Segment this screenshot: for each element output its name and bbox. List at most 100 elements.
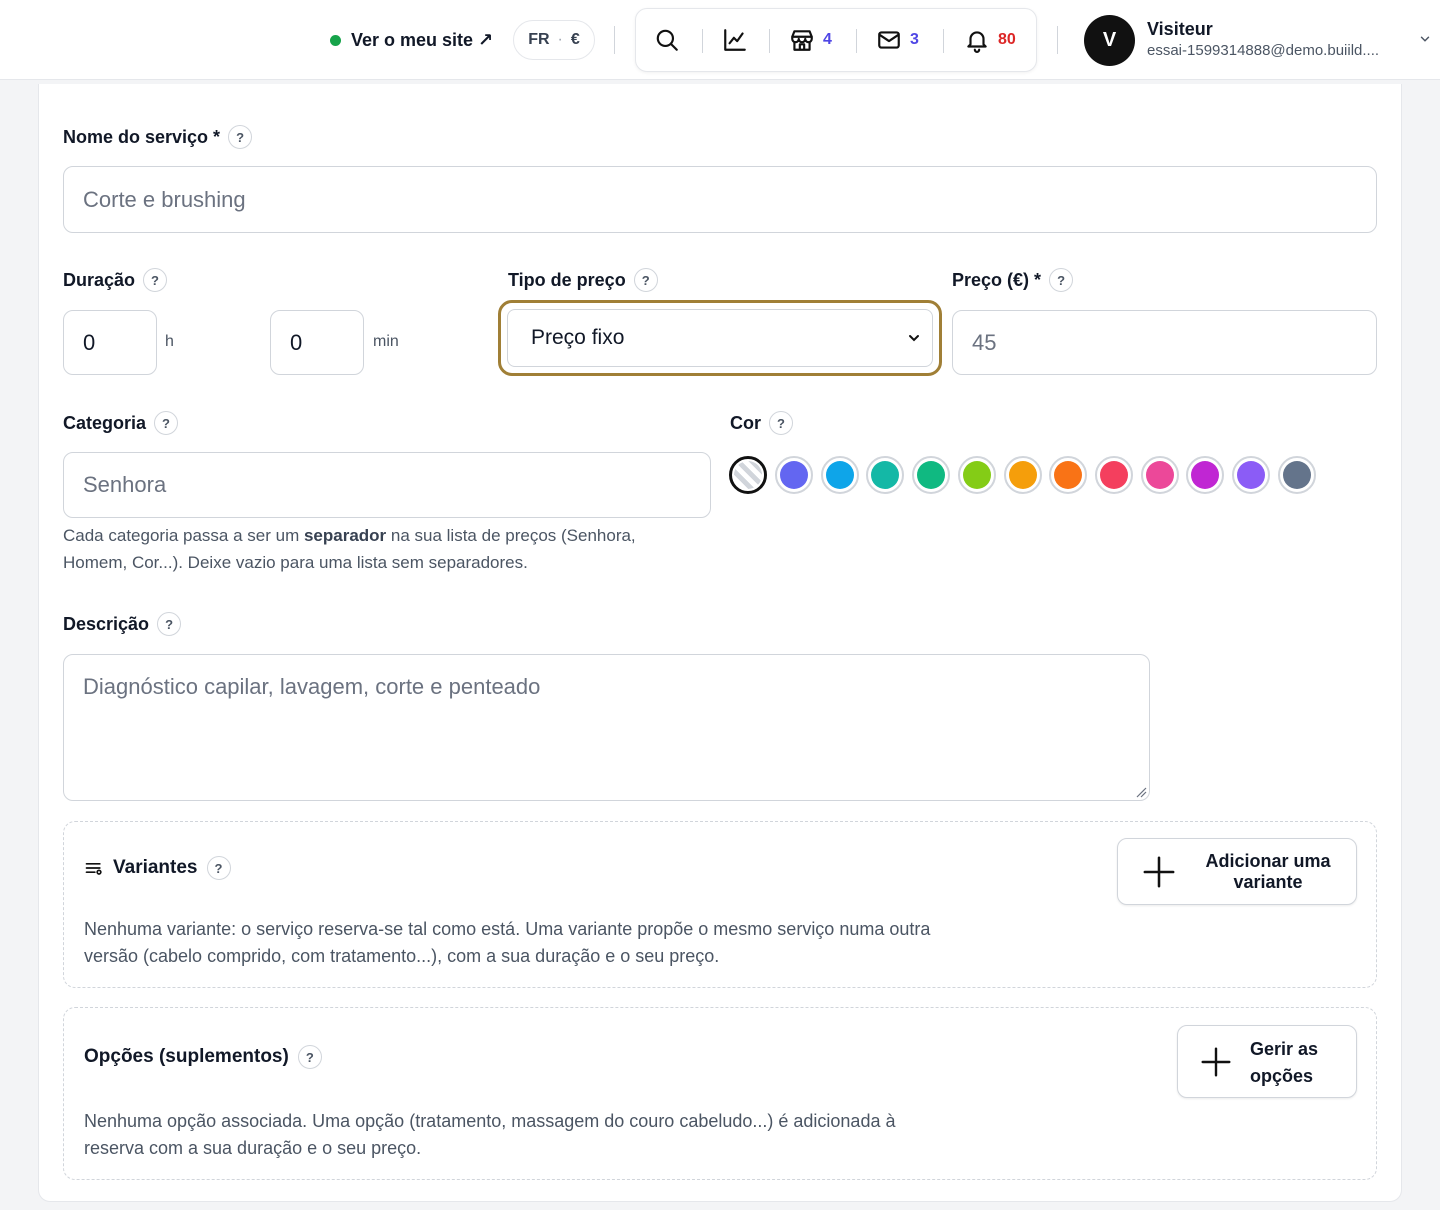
service-name-input[interactable]: Corte e brushing (63, 166, 1377, 233)
color-swatch-fill (780, 461, 808, 489)
color-swatch[interactable] (1140, 456, 1179, 494)
color-swatch[interactable] (1094, 456, 1133, 494)
category-hint: Cada categoria passa a ser um separador … (63, 522, 703, 576)
color-swatch[interactable] (1277, 456, 1316, 494)
help-icon[interactable]: ? (633, 268, 658, 292)
description-placeholder: Diagnóstico capilar, lavagem, corte e pe… (83, 674, 541, 699)
help-icon[interactable]: ? (228, 125, 253, 149)
color-swatch-fill (1008, 461, 1037, 489)
divider (702, 29, 703, 53)
price-label-text: Preço (€) * (952, 269, 1042, 290)
color-label-text: Cor (730, 412, 761, 433)
variants-title-text: Variantes (113, 857, 198, 878)
color-swatch[interactable] (912, 456, 951, 494)
description-textarea[interactable]: Diagnóstico capilar, lavagem, corte e pe… (63, 654, 1150, 801)
hours-unit: h (165, 333, 174, 350)
variants-panel: Variantes ? Nenhuma variante: o serviço … (63, 821, 1377, 988)
duration-minutes-value: 0 (290, 329, 303, 355)
color-swatch-fill (962, 461, 991, 489)
color-swatch[interactable] (775, 456, 813, 494)
search-icon (656, 29, 678, 51)
color-swatch[interactable] (820, 456, 859, 494)
divider (1057, 26, 1058, 54)
category-label-text: Categoria (63, 412, 147, 433)
divider (614, 26, 615, 54)
notifications-button[interactable]: 80 (964, 9, 1016, 71)
description-label-text: Descrição (63, 613, 150, 634)
variants-title: Variantes ? (84, 856, 231, 880)
category-label: Categoria ? (63, 411, 179, 435)
mail-icon (878, 31, 900, 49)
color-swatch-fill (1191, 461, 1220, 489)
price-label: Preço (€) * ? (952, 268, 1074, 292)
chart-line-icon (724, 29, 746, 51)
help-icon[interactable]: ? (297, 1045, 322, 1069)
color-label: Cor ? (730, 411, 793, 435)
help-icon[interactable]: ? (157, 612, 182, 636)
user-name[interactable]: Visiteur (1147, 19, 1213, 40)
search-button[interactable] (654, 9, 680, 71)
category-placeholder: Senhora (83, 472, 167, 497)
list-settings-icon (85, 863, 102, 875)
price-input[interactable]: 45 (952, 310, 1377, 375)
language-label: FR (528, 31, 550, 48)
messages-button[interactable]: 3 (876, 9, 919, 71)
online-status-dot (330, 34, 341, 46)
stats-button[interactable] (722, 9, 748, 71)
category-input[interactable]: Senhora (63, 452, 711, 518)
price-type-label-text: Tipo de preço (508, 269, 626, 290)
add-variant-label: Adicionar uma variante (1205, 851, 1331, 892)
plus-icon (1201, 1047, 1231, 1077)
color-swatch[interactable] (1049, 456, 1088, 494)
resize-handle-icon[interactable] (1135, 786, 1147, 798)
view-site-link[interactable]: Ver o meu site ↗ (330, 28, 493, 52)
duration-label-text: Duração (63, 269, 136, 290)
mail-count: 3 (910, 31, 919, 48)
avatar[interactable]: V (1084, 15, 1135, 66)
color-swatch[interactable] (957, 456, 996, 494)
divider (769, 29, 770, 53)
options-title: Opções (suplementos) ? (84, 1045, 322, 1069)
language-currency-switch[interactable]: FR · € (513, 20, 595, 60)
no-color-pattern (734, 461, 762, 489)
price-placeholder: 45 (972, 329, 997, 355)
currency-label: € (570, 31, 580, 48)
color-swatch-fill (1237, 461, 1265, 489)
price-type-select[interactable]: Preço fixo (507, 309, 933, 367)
chevron-down-icon[interactable] (1418, 32, 1432, 46)
service-name-label-text: Nome do serviço * (63, 126, 221, 147)
options-panel: Opções (suplementos) ? Nenhuma opção ass… (63, 1007, 1377, 1180)
help-icon[interactable]: ? (143, 268, 168, 292)
price-type-selected: Preço fixo (531, 326, 625, 349)
manage-options-button[interactable]: Gerir as opções (1177, 1025, 1357, 1098)
color-swatch-fill (871, 461, 900, 489)
price-type-label: Tipo de preço ? (508, 268, 658, 292)
color-swatch-fill (825, 461, 854, 489)
top-bar: Ver o meu site ↗ FR · € 4 3 80 V Visiteu… (0, 0, 1440, 80)
duration-hours-input[interactable]: 0 (63, 310, 157, 375)
store-button[interactable]: 4 (789, 9, 832, 71)
color-swatch-fill (1282, 461, 1311, 489)
color-swatch-fill (917, 461, 946, 489)
help-icon[interactable]: ? (154, 411, 179, 435)
price-type-focus-ring: Preço fixo (498, 300, 942, 376)
help-icon[interactable]: ? (1049, 268, 1074, 292)
category-hint-text: Cada categoria passa a ser um (63, 526, 304, 545)
color-swatch-none[interactable] (729, 456, 767, 494)
service-name-label: Nome do serviço * ? (63, 125, 253, 149)
store-icon (791, 30, 813, 51)
color-swatch-fill (1099, 461, 1128, 489)
duration-minutes-input[interactable]: 0 (270, 310, 364, 375)
color-swatch-fill (1054, 461, 1083, 489)
help-icon[interactable]: ? (206, 856, 231, 880)
separator-dot: · (557, 31, 563, 48)
plus-icon (1143, 856, 1175, 888)
add-variant-button[interactable]: Adicionar uma variante (1117, 838, 1357, 905)
description-label: Descrição ? (63, 612, 182, 636)
color-swatch[interactable] (1232, 456, 1270, 494)
manage-options-label: Gerir as opções (1250, 1039, 1319, 1086)
help-icon[interactable]: ? (769, 411, 793, 435)
chevron-down-icon (909, 335, 919, 342)
color-swatch[interactable] (1003, 456, 1042, 494)
store-count: 4 (823, 31, 832, 48)
